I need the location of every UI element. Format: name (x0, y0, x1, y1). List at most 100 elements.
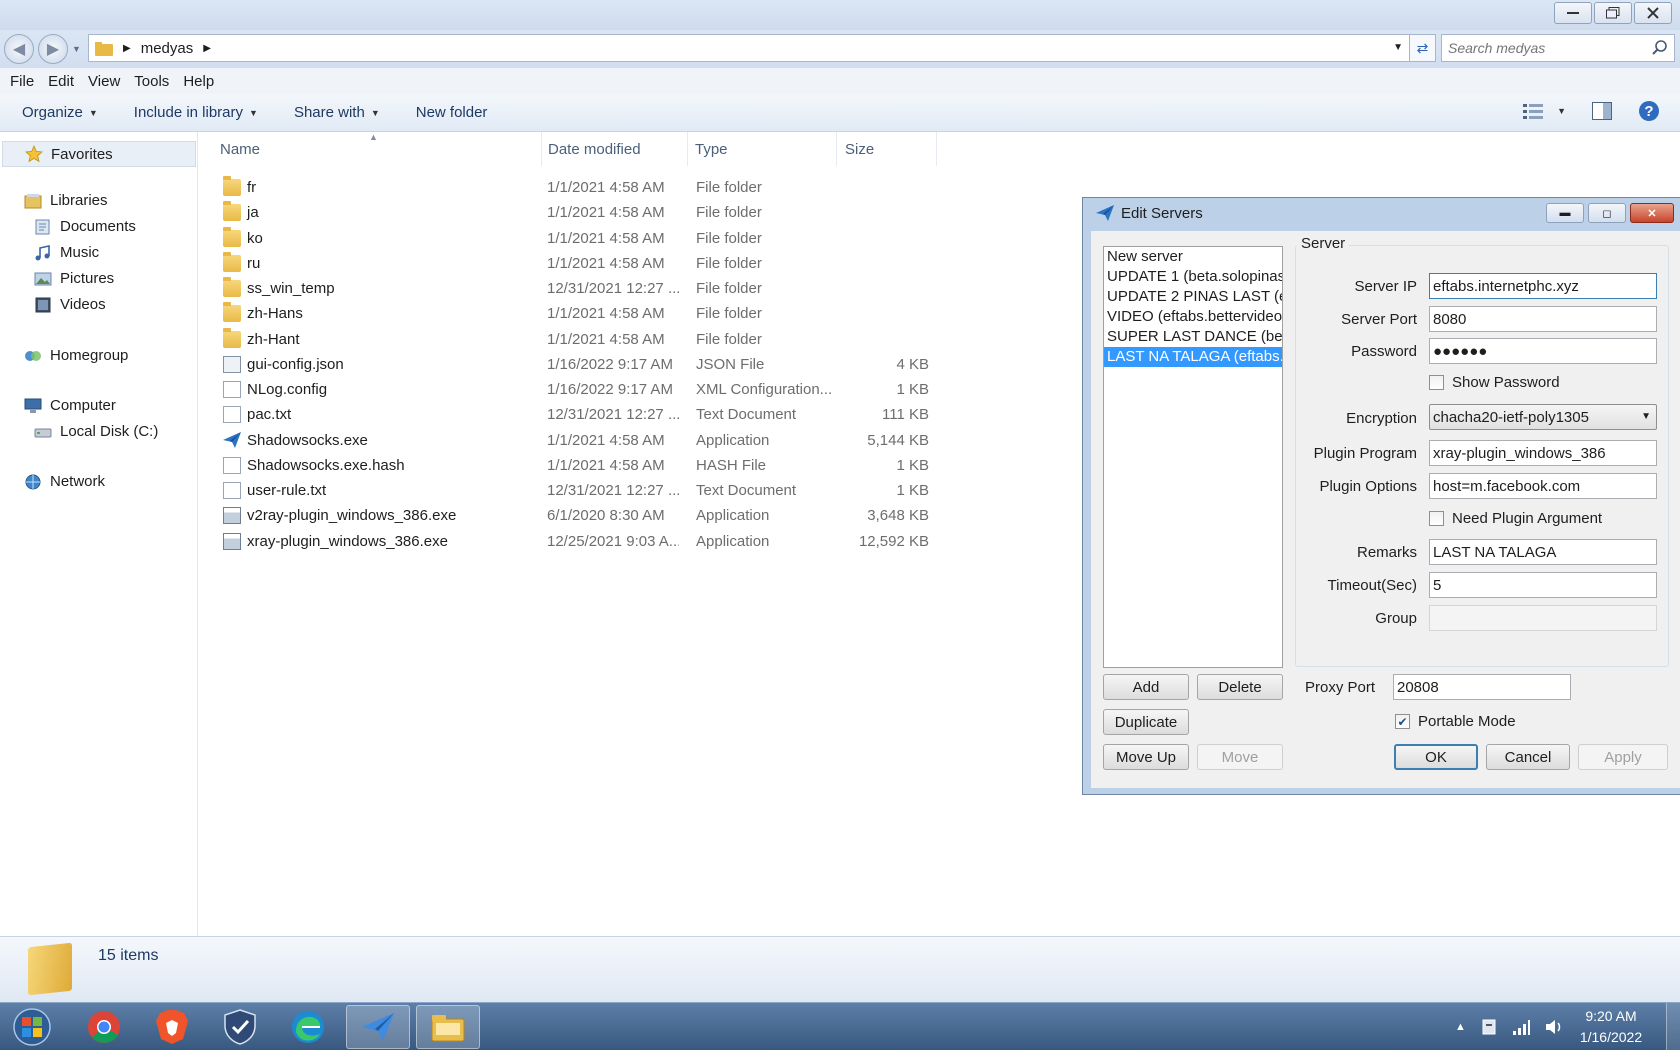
nav-videos[interactable]: Videos (34, 296, 106, 313)
taskbar-chrome[interactable] (72, 1005, 136, 1049)
nav-homegroup[interactable]: Homegroup (24, 347, 128, 364)
new-folder-button[interactable]: New folder (416, 104, 488, 121)
menu-help[interactable]: Help (183, 73, 224, 90)
file-row[interactable]: Shadowsocks.exe.hash 1/1/2021 4:58 AM HASH… (219, 453, 1139, 478)
taskbar-edge[interactable] (276, 1005, 340, 1049)
forward-button[interactable]: ▶ (38, 34, 68, 64)
network-signal-icon[interactable] (1512, 1018, 1530, 1036)
encryption-select[interactable]: chacha20-ietf-poly1305 ▼ (1429, 404, 1657, 430)
search-input[interactable] (1442, 35, 1642, 61)
file-row[interactable]: ru 1/1/2021 4:58 AM File folder (219, 251, 1139, 276)
file-row[interactable]: zh-Hant 1/1/2021 4:58 AM File folder (219, 327, 1139, 352)
show-desktop-button[interactable] (1666, 1003, 1680, 1050)
share-with-button[interactable]: Share with ▼ (294, 104, 380, 121)
preview-pane-icon[interactable] (1592, 102, 1612, 120)
nav-favorites[interactable]: Favorites (2, 141, 196, 167)
address-bar[interactable]: ▶ medyas ▶ ▼ (88, 34, 1410, 62)
server-list-item[interactable]: UPDATE 1 (beta.solopinasa (1104, 267, 1282, 287)
dialog-minimize-button[interactable]: ▬ (1546, 203, 1584, 223)
plugin-program-field[interactable] (1429, 440, 1657, 466)
taskbar-brave[interactable] (140, 1005, 204, 1049)
show-password-checkbox[interactable]: Show Password (1429, 374, 1560, 391)
apply-button[interactable]: Apply (1578, 744, 1668, 770)
recent-pages-chevron-icon[interactable]: ▼ (72, 44, 81, 54)
close-button[interactable] (1634, 2, 1672, 24)
server-list-item[interactable]: New server (1104, 247, 1282, 267)
password-field[interactable] (1429, 338, 1657, 364)
address-dropdown-icon[interactable]: ▼ (1393, 42, 1403, 53)
nav-pictures[interactable]: Pictures (34, 270, 114, 287)
column-header-type[interactable]: Type (688, 132, 837, 166)
move-up-button[interactable]: Move Up (1103, 744, 1189, 770)
organize-button[interactable]: Organize ▼ (22, 104, 98, 121)
server-list[interactable]: New server UPDATE 1 (beta.solopinasa UPDAT… (1103, 246, 1283, 668)
file-row[interactable]: v2ray-plugin_windows_386.exe 6/1/2020 8:3… (219, 503, 1139, 528)
file-row[interactable]: ja 1/1/2021 4:58 AM File folder (219, 200, 1139, 225)
help-icon[interactable]: ? (1638, 100, 1660, 122)
taskbar-shield-app[interactable] (208, 1005, 272, 1049)
nav-videos-label: Videos (60, 296, 106, 313)
ok-button[interactable]: OK (1394, 744, 1478, 770)
file-row[interactable]: ss_win_temp 12/31/2021 12:27 ... File fold… (219, 276, 1139, 301)
nav-music[interactable]: Music (34, 244, 99, 261)
refresh-button[interactable]: ⇄ (1410, 34, 1436, 62)
file-row[interactable]: pac.txt 12/31/2021 12:27 ... Text Document… (219, 402, 1139, 427)
search-icon[interactable] (1652, 40, 1668, 56)
nav-documents[interactable]: Documents (34, 218, 136, 235)
menu-file[interactable]: File (10, 73, 44, 90)
taskbar-file-explorer[interactable] (416, 1005, 480, 1049)
nav-libraries[interactable]: Libraries (24, 192, 108, 209)
remarks-field[interactable] (1429, 539, 1657, 565)
proxy-port-field[interactable] (1393, 674, 1571, 700)
need-plugin-argument-checkbox[interactable]: Need Plugin Argument (1429, 510, 1602, 527)
minimize-button[interactable] (1554, 2, 1592, 24)
search-box[interactable] (1441, 34, 1675, 62)
file-row[interactable]: gui-config.json 1/16/2022 9:17 AM JSON Fil… (219, 352, 1139, 377)
cancel-button[interactable]: Cancel (1486, 744, 1570, 770)
start-button[interactable] (4, 1005, 60, 1049)
menu-edit[interactable]: Edit (48, 73, 84, 90)
nav-computer[interactable]: Computer (24, 397, 116, 414)
menu-tools[interactable]: Tools (134, 73, 179, 90)
timeout-field[interactable] (1429, 572, 1657, 598)
column-header-size[interactable]: Size (837, 132, 937, 166)
server-list-item[interactable]: SUPER LAST DANCE (best. (1104, 327, 1282, 347)
dialog-close-button[interactable]: ✕ (1630, 203, 1674, 223)
breadcrumb-separator-icon[interactable]: ▶ (203, 43, 211, 54)
column-header-date[interactable]: Date modified (542, 132, 688, 166)
breadcrumb-medyas[interactable]: medyas (141, 40, 194, 57)
volume-icon[interactable] (1544, 1018, 1564, 1036)
action-center-icon[interactable] (1480, 1018, 1498, 1036)
taskbar-shadowsocks[interactable] (346, 1005, 410, 1049)
server-list-item[interactable]: VIDEO (eftabs.bettervideo (1104, 307, 1282, 327)
change-view-button[interactable]: ▼ (1523, 103, 1566, 119)
restore-icon (1606, 7, 1620, 19)
nav-local-disk[interactable]: Local Disk (C:) (34, 423, 158, 440)
delete-server-button[interactable]: Delete (1197, 674, 1283, 700)
include-in-library-button[interactable]: Include in library ▼ (134, 104, 258, 121)
menu-view[interactable]: View (88, 73, 130, 90)
server-port-field[interactable] (1429, 306, 1657, 332)
dialog-maximize-button[interactable]: ◻ (1588, 203, 1626, 223)
restore-button[interactable] (1594, 2, 1632, 24)
server-ip-field[interactable] (1429, 273, 1657, 299)
file-row[interactable]: user-rule.txt 12/31/2021 12:27 ... Text Do… (219, 478, 1139, 503)
plugin-options-field[interactable] (1429, 473, 1657, 499)
server-list-item[interactable]: UPDATE 2 PINAS LAST (efta (1104, 287, 1282, 307)
clock[interactable]: 9:20 AM 1/16/2022 (1566, 1006, 1656, 1048)
nav-network[interactable]: Network (24, 473, 105, 490)
move-down-button[interactable]: Move (1197, 744, 1283, 770)
file-row[interactable]: fr 1/1/2021 4:58 AM File folder (219, 175, 1139, 200)
file-row[interactable]: xray-plugin_windows_386.exe 12/25/2021 9:… (219, 529, 1139, 554)
add-server-button[interactable]: Add (1103, 674, 1189, 700)
duplicate-server-button[interactable]: Duplicate (1103, 709, 1189, 735)
server-list-item[interactable]: LAST NA TALAGA (eftabs.i (1104, 347, 1282, 367)
file-row[interactable]: Shadowsocks.exe 1/1/2021 4:58 AM Applicati… (219, 428, 1139, 453)
file-row[interactable]: ko 1/1/2021 4:58 AM File folder (219, 226, 1139, 251)
file-row[interactable]: zh-Hans 1/1/2021 4:58 AM File folder (219, 301, 1139, 326)
file-row[interactable]: NLog.config 1/16/2022 9:17 AM XML Configur… (219, 377, 1139, 402)
show-hidden-icons-icon[interactable]: ▲ (1455, 1021, 1466, 1033)
column-header-name[interactable]: ▲ Name (199, 132, 542, 166)
portable-mode-checkbox[interactable]: ✔ Portable Mode (1395, 713, 1516, 730)
back-button[interactable]: ◀ (4, 34, 34, 64)
